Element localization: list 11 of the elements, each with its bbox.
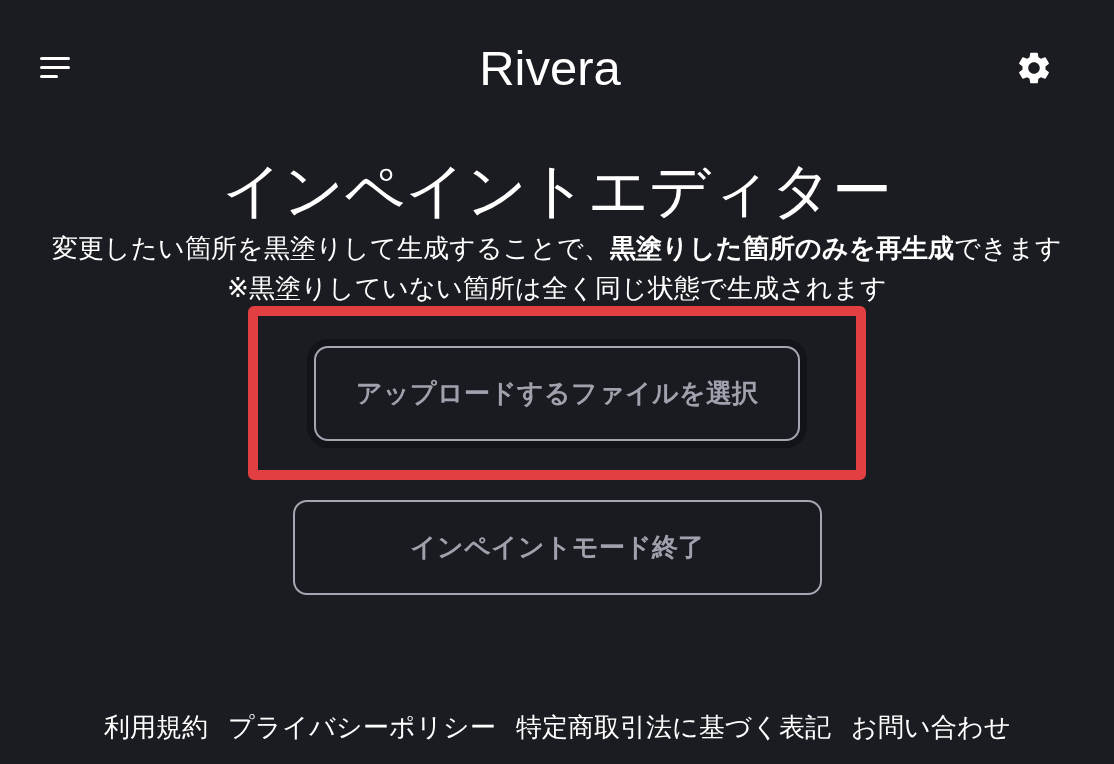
- footer-link[interactable]: お問い合わせ: [850, 707, 1011, 747]
- footer-link[interactable]: プライバシーポリシー: [227, 707, 496, 747]
- footer-link[interactable]: 特定商取引法に基づく表記: [515, 707, 831, 747]
- exit-mode-button[interactable]: インペイントモード終了: [292, 500, 822, 595]
- footer-link[interactable]: 利用規約: [103, 707, 208, 747]
- editor-heading: インペイントエディター: [222, 155, 892, 225]
- settings-icon[interactable]: [1018, 52, 1050, 84]
- editor-description: 変更したい箇所を黒塗りして生成することで、黒塗りした箇所のみを再生成できます: [52, 232, 1062, 265]
- menu-icon[interactable]: [40, 57, 70, 79]
- app-title: Rivera: [479, 40, 621, 97]
- editor-note: ※黒塗りしていない箇所は全く同じ状態で生成されます: [227, 272, 887, 305]
